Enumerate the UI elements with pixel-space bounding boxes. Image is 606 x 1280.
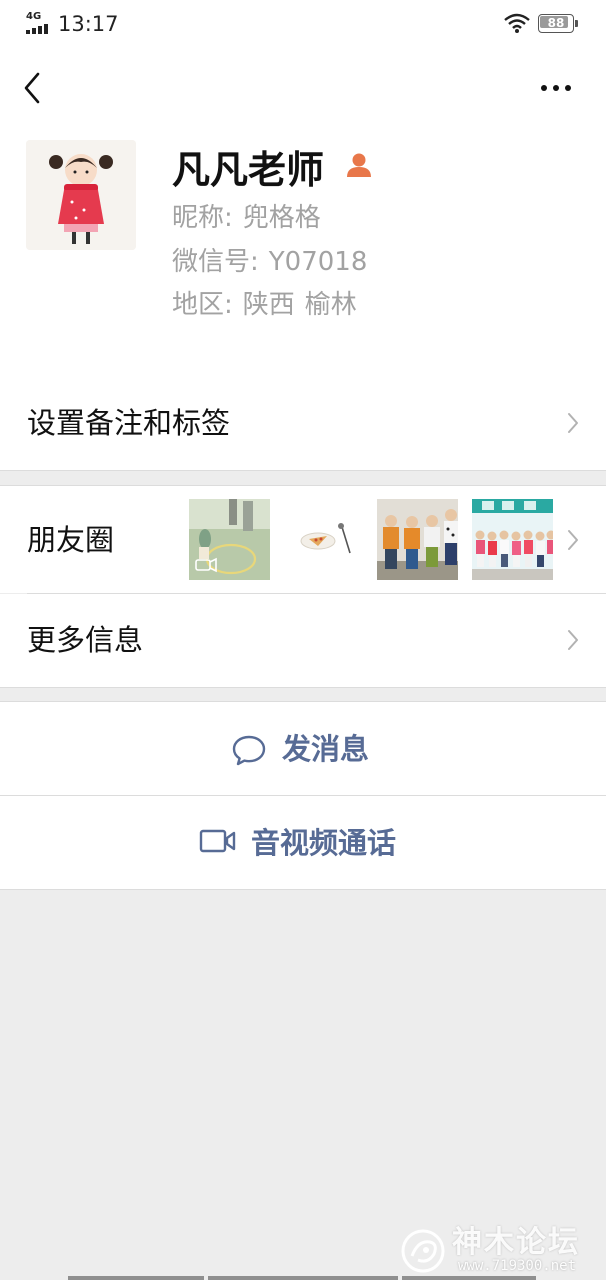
avatar[interactable] [26,140,136,250]
more-info-label: 更多信息 [27,623,144,657]
profile-card: 凡凡老师 昵称: 兜格格 微信号: Y07018 地区: 陕西 榆林 [0,130,606,376]
person-icon [347,153,371,177]
nav-bar [0,48,606,130]
chat-bubble-icon [232,735,266,766]
av-call-label: 音视频通话 [251,826,397,860]
send-message-label: 发消息 [282,732,370,766]
region-city: 榆林 [304,290,357,320]
wechat-id-value[interactable]: Y07018 [269,247,368,277]
divider [0,470,606,471]
divider [0,889,606,890]
watermark: 神木论坛 www.719300.net [400,1226,600,1276]
chevron-left-icon[interactable] [18,70,48,106]
region-province: 陕西 [242,290,295,320]
moments-row[interactable]: 朋友圈 [0,486,606,593]
status-time: 13:17 [58,12,119,36]
wechat-id-label: 微信号: [172,247,259,277]
video-camera-icon [199,829,236,853]
network-type: 4G [26,11,42,22]
display-name: 凡凡老师 [172,148,325,192]
moment-thumb-food[interactable] [296,499,377,580]
gesture-bar [68,1276,204,1280]
chevron-right-icon [568,530,578,550]
moments-label: 朋友圈 [27,523,115,557]
send-message-button[interactable]: 发消息 [0,702,606,795]
chevron-right-icon [568,413,578,433]
wechat-id-line: 微信号: Y07018 [172,245,367,279]
more-info-row[interactable]: 更多信息 [0,594,606,687]
wifi-icon [504,13,530,33]
nickname-line: 昵称: 兜格格 [172,201,321,235]
nickname-label: 昵称: [172,203,233,233]
battery-level: 88 [547,16,565,30]
battery-icon: 88 [538,14,578,33]
moment-thumb-kids[interactable] [377,499,458,580]
forum-logo-icon [401,1229,445,1273]
region-line: 地区: 陕西 榆林 [172,288,357,322]
ellipsis-icon[interactable] [532,76,580,100]
gesture-bar [402,1276,536,1280]
moment-thumb-group[interactable] [472,499,553,580]
chevron-right-icon [568,630,578,650]
status-bar: 4G 13:17 88 [0,0,606,48]
remark-tags-label: 设置备注和标签 [27,406,231,440]
gesture-bar [208,1276,398,1280]
watermark-url: www.719300.net [458,1258,577,1274]
remark-tags-row[interactable]: 设置备注和标签 [0,376,606,470]
region-label: 地区: [172,290,233,320]
divider [0,687,606,688]
nickname-value: 兜格格 [242,203,321,233]
av-call-button[interactable]: 音视频通话 [0,796,606,889]
cellular-signal-icon: 4G [26,12,52,34]
watermark-text: 神木论坛 [452,1225,580,1260]
moment-thumb-video[interactable] [189,499,270,580]
